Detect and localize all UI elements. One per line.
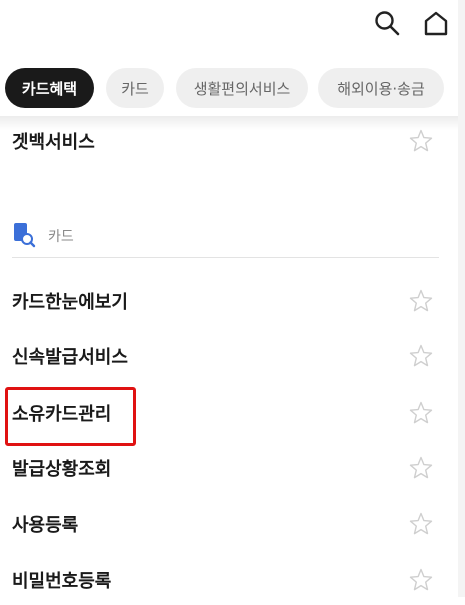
list-item-label: 카드한눈에보기: [12, 292, 128, 313]
list-item-card-overview[interactable]: 카드한눈에보기: [0, 276, 465, 326]
list-item-label: 겟백서비스: [12, 132, 95, 153]
star-icon[interactable]: [408, 128, 434, 154]
scroll-edge: [458, 0, 465, 597]
tab-living-services[interactable]: 생활편의서비스: [176, 68, 308, 108]
list-item-label: 비밀번호등록: [12, 571, 112, 592]
category-tabs: 카드혜택 카드 생활편의서비스 해외이용·송금: [0, 62, 465, 112]
search-icon[interactable]: [372, 8, 402, 38]
tab-card[interactable]: 카드: [106, 68, 164, 108]
star-icon[interactable]: [408, 343, 434, 369]
tab-overseas-remittance[interactable]: 해외이용·송금: [318, 68, 444, 108]
section-title: 카드: [48, 229, 74, 245]
section-header-card: 카드: [12, 216, 442, 256]
list-item-quick-issue[interactable]: 신속발급서비스: [0, 331, 465, 381]
star-icon[interactable]: [408, 288, 434, 314]
star-icon[interactable]: [408, 400, 434, 426]
list-item-label: 신속발급서비스: [12, 347, 128, 368]
tab-card-benefits[interactable]: 카드혜택: [5, 68, 94, 108]
star-icon[interactable]: [408, 455, 434, 481]
top-bar: [0, 0, 465, 48]
list-item-label: 발급상황조회: [12, 459, 112, 480]
card-search-icon: [12, 222, 36, 248]
home-icon[interactable]: [421, 8, 451, 38]
star-icon[interactable]: [408, 567, 434, 593]
list-item-getback[interactable]: 겟백서비스: [0, 116, 465, 166]
list-item-label: 사용등록: [12, 515, 79, 536]
list-item-issue-status[interactable]: 발급상황조회: [0, 443, 465, 493]
section-divider: [12, 257, 439, 258]
list-item-usage-registration[interactable]: 사용등록: [0, 499, 465, 549]
list-item-password-registration[interactable]: 비밀번호등록: [0, 555, 465, 605]
star-icon[interactable]: [408, 511, 434, 537]
highlight-box: [5, 387, 136, 446]
